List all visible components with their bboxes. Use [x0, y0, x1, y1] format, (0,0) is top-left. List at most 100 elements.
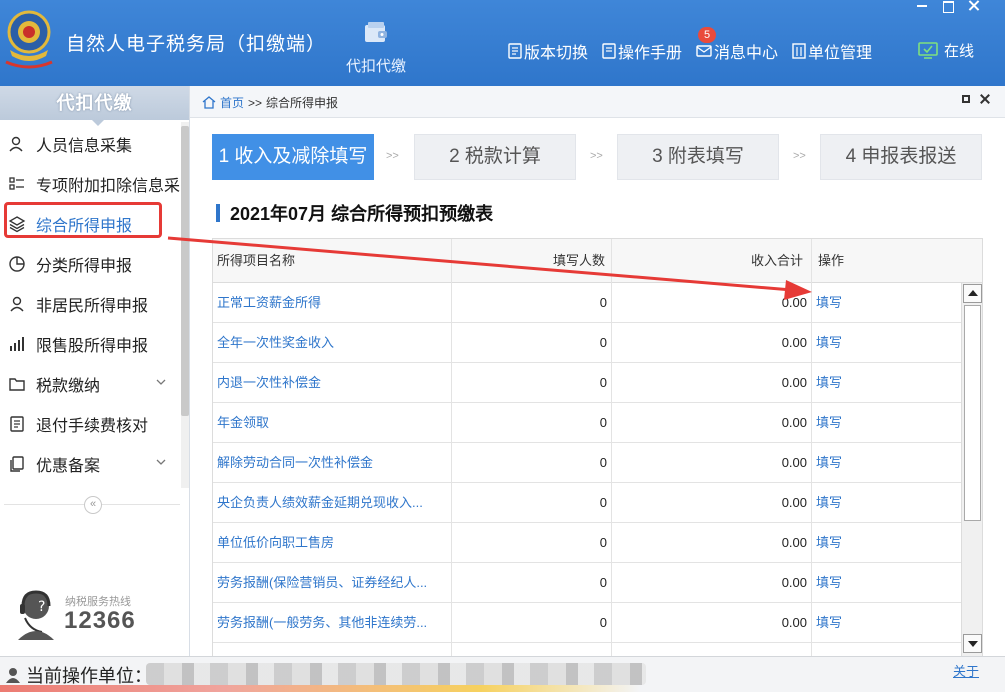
breadcrumb-separator: >>: [248, 95, 263, 110]
online-status-label: 在线: [944, 43, 975, 60]
sidebar-item-refund-fee[interactable]: 退付手续费核对: [0, 404, 180, 444]
folder-icon: [9, 378, 25, 391]
scroll-up-button[interactable]: [963, 284, 982, 303]
chevron-down-icon[interactable]: [156, 378, 166, 386]
redacted-strip: [0, 685, 640, 692]
sidebar-item-preferential[interactable]: 优惠备案: [0, 444, 180, 484]
version-switch-link[interactable]: 版本切换: [508, 39, 588, 63]
table-row: 劳务报酬(保险营销员、证券经纪人... 0 0.00 填写: [213, 563, 963, 603]
sidebar-item-label: 优惠备案: [36, 458, 101, 475]
fill-in-link[interactable]: 填写: [816, 523, 896, 563]
income-item-name[interactable]: 年金领取: [217, 403, 447, 443]
receipt-icon: [10, 416, 24, 432]
income-total: 0.00: [781, 535, 807, 550]
table-scrollbar[interactable]: [961, 283, 982, 656]
message-center-link[interactable]: 5 消息中心: [696, 27, 779, 63]
sidebar: 代扣代缴 人员信息采集 专项附加扣除信息采集 综合所得申报 分类所得申报 非居民…: [0, 86, 190, 656]
panel-controls: [962, 94, 990, 104]
fill-in-link[interactable]: 填写: [816, 323, 896, 363]
step-submit-report[interactable]: 4 申报表报送: [820, 134, 982, 180]
about-link[interactable]: 关于: [953, 661, 979, 680]
sidebar-item-nonresident[interactable]: 非居民所得申报: [0, 284, 180, 324]
tab-withholding[interactable]: 代扣代缴: [333, 18, 419, 78]
wallet-icon: [365, 22, 387, 42]
table-title: 2021年07月 综合所得预扣预缴表: [216, 200, 493, 226]
online-status: 在线: [918, 40, 974, 61]
filled-count: 0: [599, 455, 607, 470]
maximize-button[interactable]: [940, 0, 956, 13]
person-icon: [9, 136, 23, 152]
fill-in-link[interactable]: 填写: [816, 483, 896, 523]
table-scrollbar-thumb[interactable]: [964, 305, 981, 521]
breadcrumb: 首页 >> 综合所得申报: [202, 94, 338, 111]
sidebar-item-personnel[interactable]: 人员信息采集: [0, 124, 180, 164]
svg-text:?: ?: [38, 599, 45, 615]
panel-close-button[interactable]: [980, 94, 990, 104]
redacted-unit-name: [146, 663, 646, 685]
close-button[interactable]: [966, 0, 982, 12]
manual-link[interactable]: 操作手册: [602, 39, 682, 63]
message-count-badge: 5: [698, 27, 717, 43]
income-item-name[interactable]: 劳务报酬(一般劳务、其他非连续劳...: [217, 603, 447, 643]
message-center-label: 消息中心: [714, 45, 779, 62]
service-hotline: ? 纳税服务热线 12366: [16, 588, 176, 640]
income-item-name[interactable]: 全年一次性奖金收入: [217, 323, 447, 363]
column-header-action: 操作: [818, 253, 845, 268]
fill-in-link[interactable]: 填写: [816, 283, 896, 323]
sidebar-item-classified[interactable]: 分类所得申报: [0, 244, 180, 284]
collapse-sidebar-button[interactable]: «: [84, 496, 102, 514]
app-title: 自然人电子税务局（扣缴端）: [66, 34, 327, 55]
breadcrumb-home-link[interactable]: 首页: [220, 94, 244, 111]
filled-count: 0: [599, 575, 607, 590]
sidebar-item-label: 限售股所得申报: [36, 338, 149, 355]
sidebar-scrollbar-thumb[interactable]: [181, 126, 189, 416]
version-switch-label: 版本切换: [524, 45, 589, 62]
headset-icon: ?: [18, 590, 54, 640]
chevron-down-icon[interactable]: [156, 458, 166, 466]
income-total: 0.00: [781, 335, 807, 350]
sidebar-item-special-deduction[interactable]: 专项附加扣除信息采集: [0, 164, 180, 204]
fill-in-link[interactable]: 填写: [816, 443, 896, 483]
panel-maximize-button[interactable]: [962, 95, 970, 103]
sidebar-scrollbar[interactable]: [181, 122, 189, 488]
person-icon: [10, 296, 24, 312]
income-table: 所得项目名称 填写人数 收入合计 操作 正常工资薪金所得 0 0.00 填写 全年一次性…: [212, 238, 983, 656]
income-item-name[interactable]: 劳务报酬(保险营销员、证券经纪人...: [217, 563, 447, 603]
sidebar-item-label: 专项附加扣除信息采集: [36, 178, 180, 195]
income-item-name[interactable]: 单位低价向职工售房: [217, 523, 447, 563]
unit-management-link[interactable]: 单位管理: [792, 39, 872, 63]
filled-count: 0: [599, 415, 607, 430]
unit-management-label: 单位管理: [808, 45, 873, 62]
income-total: 0.00: [781, 615, 807, 630]
minimize-button[interactable]: [914, 0, 930, 12]
sidebar-item-tax-payment[interactable]: 税款缴纳: [0, 364, 180, 404]
income-item-name[interactable]: 正常工资薪金所得: [217, 283, 447, 323]
bar-chart-icon: [10, 337, 24, 351]
step-separator: >>: [793, 150, 806, 162]
fill-in-link[interactable]: 填写: [816, 403, 896, 443]
income-item-name[interactable]: 内退一次性补偿金: [217, 363, 447, 403]
title-bar: 自然人电子税务局（扣缴端） 代扣代缴 版本切换 操作手册 5 消息中心 单位管理: [0, 0, 1005, 86]
sidebar-item-restricted-shares[interactable]: 限售股所得申报: [0, 324, 180, 364]
income-item-name[interactable]: 央企负责人绩效薪金延期兑现收入...: [217, 483, 447, 523]
tab-withholding-label: 代扣代缴: [345, 58, 406, 75]
income-total: 0.00: [781, 495, 807, 510]
fill-in-link[interactable]: 填写: [816, 563, 896, 603]
sidebar-item-label: 税款缴纳: [36, 378, 101, 395]
income-item-name[interactable]: 解除劳动合同一次性补偿金: [217, 443, 447, 483]
step-income-deduction[interactable]: 1 收入及减除填写: [212, 134, 374, 180]
sidebar-header: 代扣代缴: [0, 86, 189, 126]
step-tax-calculation[interactable]: 2 税款计算: [414, 134, 576, 180]
filled-count: 0: [599, 495, 607, 510]
home-icon: [202, 96, 216, 109]
filled-count: 0: [599, 375, 607, 390]
table-row: 内退一次性补偿金 0 0.00 填写: [213, 363, 963, 403]
user-icon: [6, 668, 20, 683]
fill-in-link[interactable]: 填写: [816, 363, 896, 403]
column-header-income: 收入合计: [750, 253, 803, 268]
national-emblem-icon: [5, 10, 53, 69]
scroll-down-button[interactable]: [963, 634, 982, 653]
fill-in-link[interactable]: 填写: [816, 603, 896, 643]
table-row: 全年一次性奖金收入 0 0.00 填写: [213, 323, 963, 363]
step-schedule-fill[interactable]: 3 附表填写: [617, 134, 779, 180]
